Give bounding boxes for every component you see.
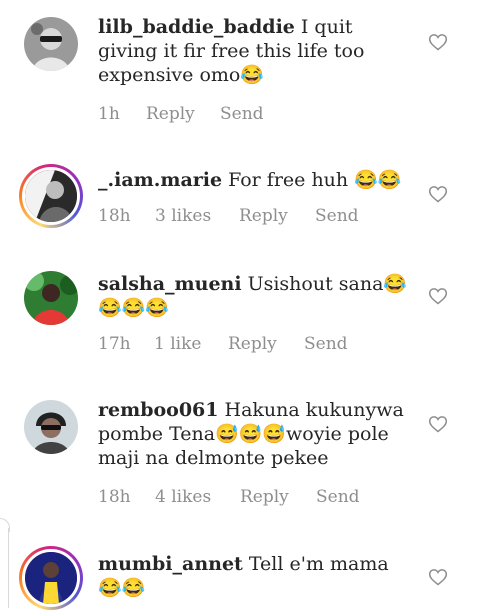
heart-outline-icon[interactable] [428,286,448,306]
comment-username[interactable]: mumbi_annet [98,553,243,575]
avatar[interactable] [24,400,78,454]
likes-count[interactable]: 3 likes [155,206,211,226]
thread-line [8,528,9,608]
reply-button[interactable]: Reply [146,104,195,124]
send-button[interactable]: Send [220,104,264,124]
reply-button[interactable]: Reply [240,487,289,507]
heart-outline-icon[interactable] [428,184,448,204]
comment-text: remboo061 Hakuna kukunywa pombe Tena😅😅😅wo… [98,398,416,470]
heart-outline-icon[interactable] [428,32,448,52]
comment-message: For free huh 😂😂 [228,169,402,191]
reply-button[interactable]: Reply [239,206,288,226]
avatar-image [24,400,78,454]
likes-count[interactable]: 1 like [154,334,201,354]
comment-username[interactable]: _.iam.marie [98,169,222,191]
comment-text: _.iam.marie For free huh 😂😂 [98,168,416,192]
likes-count[interactable]: 4 likes [155,487,211,507]
comment-username[interactable]: lilb_baddie_baddie [98,16,295,38]
heart-outline-icon[interactable] [428,414,448,434]
comment-username[interactable]: salsha_mueni [98,273,242,295]
comment-time: 1h [98,104,120,124]
avatar-image [24,271,78,325]
comment-text: lilb_baddie_baddie I quit giving it fir f… [98,15,416,87]
heart-outline-icon[interactable] [428,567,448,587]
comment-time: 18h [98,206,131,226]
avatar [22,549,80,607]
avatar-image [24,17,78,71]
send-button[interactable]: Send [315,206,359,226]
comment-text: salsha_mueni Usishout sana😂😂😂😂 [98,272,416,320]
reply-button[interactable]: Reply [228,334,277,354]
avatar[interactable] [24,271,78,325]
avatar-story-ring[interactable] [19,164,83,228]
avatar-image [25,552,77,604]
comment-time: 17h [98,334,131,354]
avatar-image [25,170,77,222]
avatar [22,167,80,225]
avatar-story-ring[interactable] [19,546,83,610]
comment-text: mumbi_annet Tell e'm mama 😂😂 [98,552,416,600]
comment-username[interactable]: remboo061 [98,399,219,421]
comment-time: 18h [98,487,131,507]
send-button[interactable]: Send [316,487,360,507]
send-button[interactable]: Send [304,334,348,354]
avatar[interactable] [24,17,78,71]
